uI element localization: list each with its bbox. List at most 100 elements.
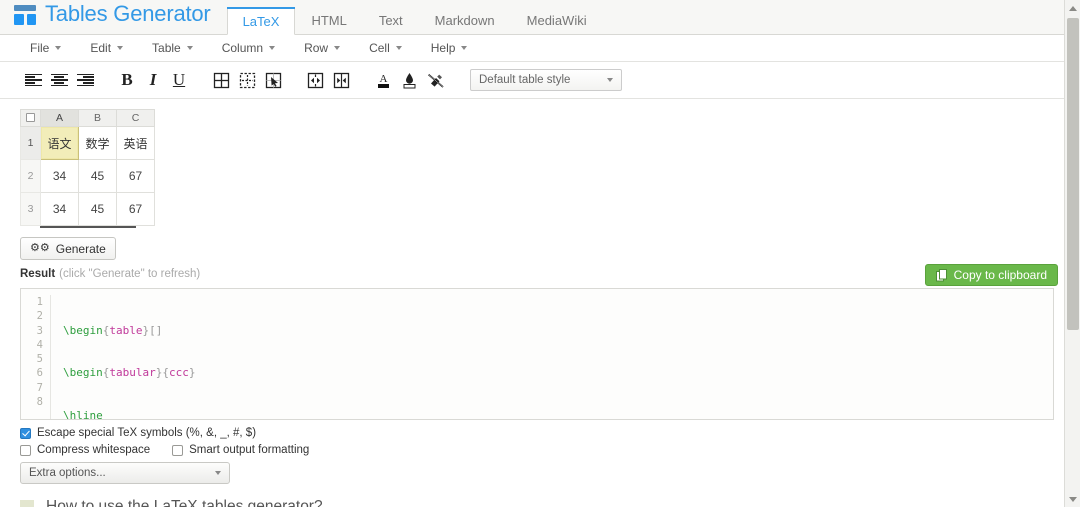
dashed-borders-icon[interactable]	[234, 68, 260, 92]
scroll-up-arrow-icon[interactable]	[1065, 0, 1080, 16]
menu-row-label: Row	[304, 41, 329, 55]
row-header-3[interactable]: 3	[20, 192, 41, 226]
italic-icon[interactable]: I	[140, 68, 166, 92]
clear-formatting-icon[interactable]	[422, 68, 448, 92]
menu-edit[interactable]: Edit	[80, 37, 133, 59]
table-row: 3 34 45 67	[20, 192, 155, 226]
line-number: 7	[36, 381, 43, 394]
bold-label: B	[121, 70, 133, 89]
extra-options-value: Extra options...	[29, 467, 106, 479]
option-escape-row: Escape special TeX symbols (%, &, _, #, …	[20, 427, 1080, 439]
tab-text[interactable]: Text	[363, 6, 419, 34]
line-number: 3	[36, 324, 43, 337]
row-header-1[interactable]: 1	[20, 126, 41, 160]
brand-title: Tables Generator	[45, 0, 211, 26]
chevron-down-icon	[334, 46, 341, 50]
app-root: Tables Generator LaTeX HTML Text Markdow…	[0, 0, 1080, 507]
cell-b1[interactable]: 数学	[78, 126, 117, 160]
line-number: 6	[36, 367, 43, 380]
chevron-down-icon	[395, 46, 402, 50]
menu-row[interactable]: Row	[294, 37, 350, 59]
menu-column-label: Column	[221, 41, 264, 55]
smart-formatting-label[interactable]: Smart output formatting	[189, 444, 309, 456]
smart-formatting-checkbox[interactable]	[172, 444, 184, 456]
cell-a1[interactable]: 语文	[40, 126, 79, 160]
scroll-down-arrow-icon[interactable]	[1065, 491, 1080, 507]
row-header-2[interactable]: 2	[20, 159, 41, 193]
chevron-down-icon	[215, 471, 221, 475]
menu-help[interactable]: Help	[421, 37, 478, 59]
line-number: 5	[36, 353, 43, 366]
cell-c2[interactable]: 67	[116, 159, 155, 193]
extra-options-select[interactable]: Extra options...	[20, 462, 230, 484]
menu-cell[interactable]: Cell	[359, 37, 412, 59]
page-scrollbar[interactable]	[1064, 0, 1080, 507]
table-logo-icon	[14, 4, 36, 25]
split-cells-icon[interactable]	[328, 68, 354, 92]
latex-code[interactable]: \begin{table}[] \begin{tabular}{ccc} \hl…	[51, 295, 235, 420]
underline-label: U	[172, 70, 186, 89]
cell-a2[interactable]: 34	[40, 159, 79, 193]
line-number-gutter: 1 2 3 4 5 6 7 8	[21, 295, 51, 419]
generate-label: Generate	[55, 241, 106, 256]
spreadsheet-editor: A B C 1 语文 数学 英语 2 34 45 67 3 34 45 67	[0, 99, 1080, 228]
text-color-icon[interactable]: A	[370, 68, 396, 92]
menu-table[interactable]: Table	[142, 37, 203, 59]
cell-c3[interactable]: 67	[116, 192, 155, 226]
cell-c1[interactable]: 英语	[116, 126, 155, 160]
align-left-icon[interactable]	[20, 68, 46, 92]
align-center-icon[interactable]	[46, 68, 72, 92]
select-all-checkbox[interactable]	[20, 109, 41, 127]
brand: Tables Generator	[0, 0, 223, 34]
cell-b2[interactable]: 45	[78, 159, 117, 193]
option-second-row: Compress whitespace Smart output formatt…	[20, 444, 1080, 456]
bold-icon[interactable]: B	[114, 68, 140, 92]
cell-b3[interactable]: 45	[78, 192, 117, 226]
tab-html[interactable]: HTML	[295, 6, 362, 34]
menu-column[interactable]: Column	[212, 37, 285, 59]
svg-text:A: A	[379, 73, 387, 85]
border-select-icon[interactable]	[260, 68, 286, 92]
tab-markdown[interactable]: Markdown	[419, 6, 511, 34]
output-options: Escape special TeX symbols (%, &, _, #, …	[0, 420, 1080, 484]
column-header-b[interactable]: B	[78, 109, 117, 127]
column-header-c[interactable]: C	[116, 109, 155, 127]
clipboard-icon	[935, 268, 947, 281]
underline-icon[interactable]: U	[166, 68, 192, 92]
escape-symbols-label[interactable]: Escape special TeX symbols (%, &, _, #, …	[37, 427, 256, 439]
copy-label: Copy to clipboard	[953, 268, 1047, 282]
line-number: 4	[36, 338, 43, 351]
latex-output-area[interactable]: 1 2 3 4 5 6 7 8 \begin{table}[] \begin{t…	[20, 288, 1054, 420]
copy-to-clipboard-button[interactable]: Copy to clipboard	[924, 264, 1058, 286]
escape-symbols-checkbox[interactable]	[20, 427, 31, 439]
table-style-select[interactable]: Default table style	[470, 69, 622, 91]
code-line: \begin{tabular}{ccc}	[63, 366, 196, 380]
menu-table-label: Table	[152, 41, 181, 55]
chevron-down-icon	[461, 46, 468, 50]
cell-a3[interactable]: 34	[40, 192, 79, 226]
merge-cells-icon[interactable]	[302, 68, 328, 92]
section-marker-icon	[20, 500, 34, 507]
align-right-icon[interactable]	[72, 68, 98, 92]
column-header-a[interactable]: A	[40, 109, 79, 127]
menu-bar: File Edit Table Column Row Cell Help	[0, 35, 1080, 62]
scrollbar-thumb[interactable]	[1067, 18, 1079, 330]
howto-title: How to use the LaTeX tables generator?	[46, 498, 323, 507]
compress-whitespace-checkbox[interactable]	[20, 444, 31, 456]
tab-mediawiki[interactable]: MediaWiki	[511, 6, 603, 34]
generate-button[interactable]: ⚙⚙ Generate	[20, 237, 116, 260]
chevron-down-icon	[55, 46, 62, 50]
gears-icon: ⚙⚙	[30, 242, 50, 254]
code-line: \hline	[63, 409, 103, 420]
table-borders-icon[interactable]	[208, 68, 234, 92]
table-style-value: Default table style	[479, 74, 571, 86]
result-header: Result (click "Generate" to refresh) Cop…	[0, 264, 1080, 286]
tab-latex[interactable]: LaTeX	[226, 7, 296, 35]
line-number: 1	[36, 296, 43, 308]
chevron-down-icon	[269, 46, 276, 50]
menu-file[interactable]: File	[20, 37, 71, 59]
fill-color-icon[interactable]	[396, 68, 422, 92]
spreadsheet-table: A B C 1 语文 数学 英语 2 34 45 67 3 34 45 67	[20, 109, 155, 226]
checkbox-icon	[26, 113, 35, 122]
compress-whitespace-label[interactable]: Compress whitespace	[37, 444, 150, 456]
